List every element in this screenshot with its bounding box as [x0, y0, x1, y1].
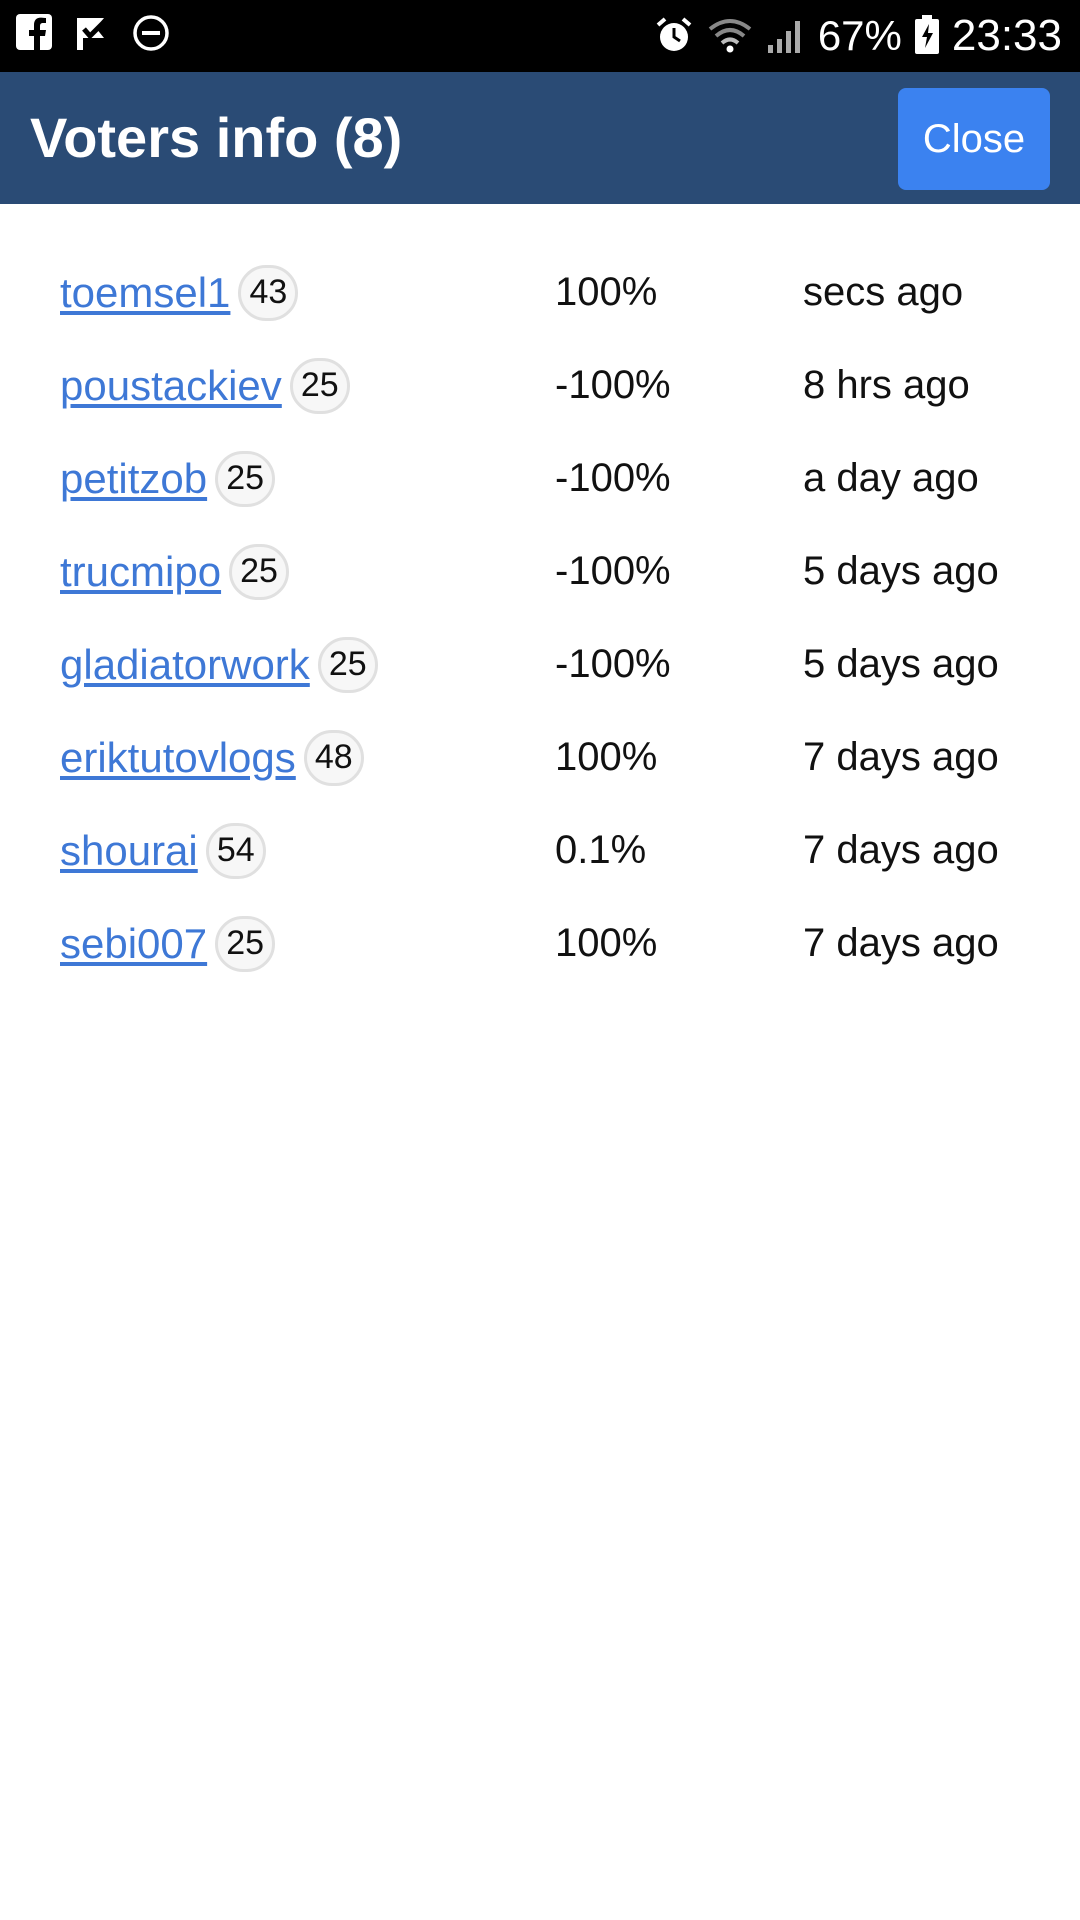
voter-name-wrap: gladiatorwork 25 [60, 618, 378, 711]
reputation-badge: 43 [238, 264, 299, 321]
voter-name-wrap: sebi007 25 [60, 897, 276, 990]
voters-list: toemsel1 43 100% secs ago poustackiev 25 -100%… [0, 246, 1080, 990]
voter-name-wrap: toemsel1 43 [60, 246, 299, 339]
reputation-badge: 25 [215, 450, 276, 507]
vote-percent: -100% [555, 549, 671, 593]
close-button[interactable]: Close [898, 88, 1050, 190]
voter-row: petitzob 25 -100% a day ago [0, 432, 1080, 525]
status-bar-notifications [16, 14, 172, 56]
vote-percent: -100% [555, 456, 671, 500]
vote-percent: 100% [555, 270, 658, 314]
page-title: Voters info (8) [30, 106, 403, 169]
voter-name-wrap: poustackiev 25 [60, 339, 350, 432]
do-not-disturb-icon [132, 14, 172, 56]
clock: 23:33 [951, 11, 1062, 60]
reputation-badge: 25 [229, 543, 290, 600]
vote-percent: 100% [555, 735, 658, 779]
check-flag-icon [74, 14, 114, 56]
vote-time: 7 days ago [803, 735, 999, 779]
vote-time: 7 days ago [803, 921, 999, 965]
vote-time: 5 days ago [803, 642, 999, 686]
battery-percent: 67% [817, 12, 902, 59]
status-bar: 67% 23:33 [0, 0, 1080, 72]
voter-name-wrap: trucmipo 25 [60, 525, 290, 618]
status-bar-system: 67% 23:33 [654, 10, 1062, 62]
voter-row: shourai 54 0.1% 7 days ago [0, 804, 1080, 897]
vote-time: a day ago [803, 456, 979, 500]
vote-time: 7 days ago [803, 828, 999, 872]
facebook-icon [16, 14, 56, 56]
reputation-badge: 54 [205, 822, 266, 879]
vote-time: 8 hrs ago [803, 363, 970, 407]
reputation-badge: 48 [303, 729, 364, 786]
wifi-icon [706, 15, 754, 57]
voter-name-link[interactable]: sebi007 [60, 920, 207, 968]
voter-row: eriktutovlogs 48 100% 7 days ago [0, 711, 1080, 804]
battery-icon [914, 15, 940, 57]
voter-name-wrap: petitzob 25 [60, 432, 276, 525]
vote-percent: -100% [555, 642, 671, 686]
vote-percent: 0.1% [555, 828, 647, 872]
voter-name-wrap: eriktutovlogs 48 [60, 711, 364, 804]
reputation-badge: 25 [317, 636, 378, 693]
voter-name-wrap: shourai 54 [60, 804, 266, 897]
vote-time: secs ago [803, 270, 964, 314]
voter-row: poustackiev 25 -100% 8 hrs ago [0, 339, 1080, 432]
vote-time: 5 days ago [803, 549, 999, 593]
voter-name-link[interactable]: petitzob [60, 455, 207, 503]
vote-percent: -100% [555, 363, 671, 407]
voter-name-link[interactable]: poustackiev [60, 362, 282, 410]
voter-name-link[interactable]: eriktutovlogs [60, 734, 296, 782]
alarm-icon [654, 15, 694, 57]
vote-percent: 100% [555, 921, 658, 965]
voter-row: trucmipo 25 -100% 5 days ago [0, 525, 1080, 618]
voter-name-link[interactable]: trucmipo [60, 548, 221, 596]
reputation-badge: 25 [215, 915, 276, 972]
signal-icon [766, 15, 806, 57]
voter-name-link[interactable]: shourai [60, 827, 198, 875]
modal-header: Voters info (8) Close [0, 72, 1080, 204]
voter-name-link[interactable]: toemsel1 [60, 269, 230, 317]
voter-row: sebi007 25 100% 7 days ago [0, 897, 1080, 990]
voter-name-link[interactable]: gladiatorwork [60, 641, 310, 689]
voter-row: gladiatorwork 25 -100% 5 days ago [0, 618, 1080, 711]
voter-row: toemsel1 43 100% secs ago [0, 246, 1080, 339]
reputation-badge: 25 [289, 357, 350, 414]
